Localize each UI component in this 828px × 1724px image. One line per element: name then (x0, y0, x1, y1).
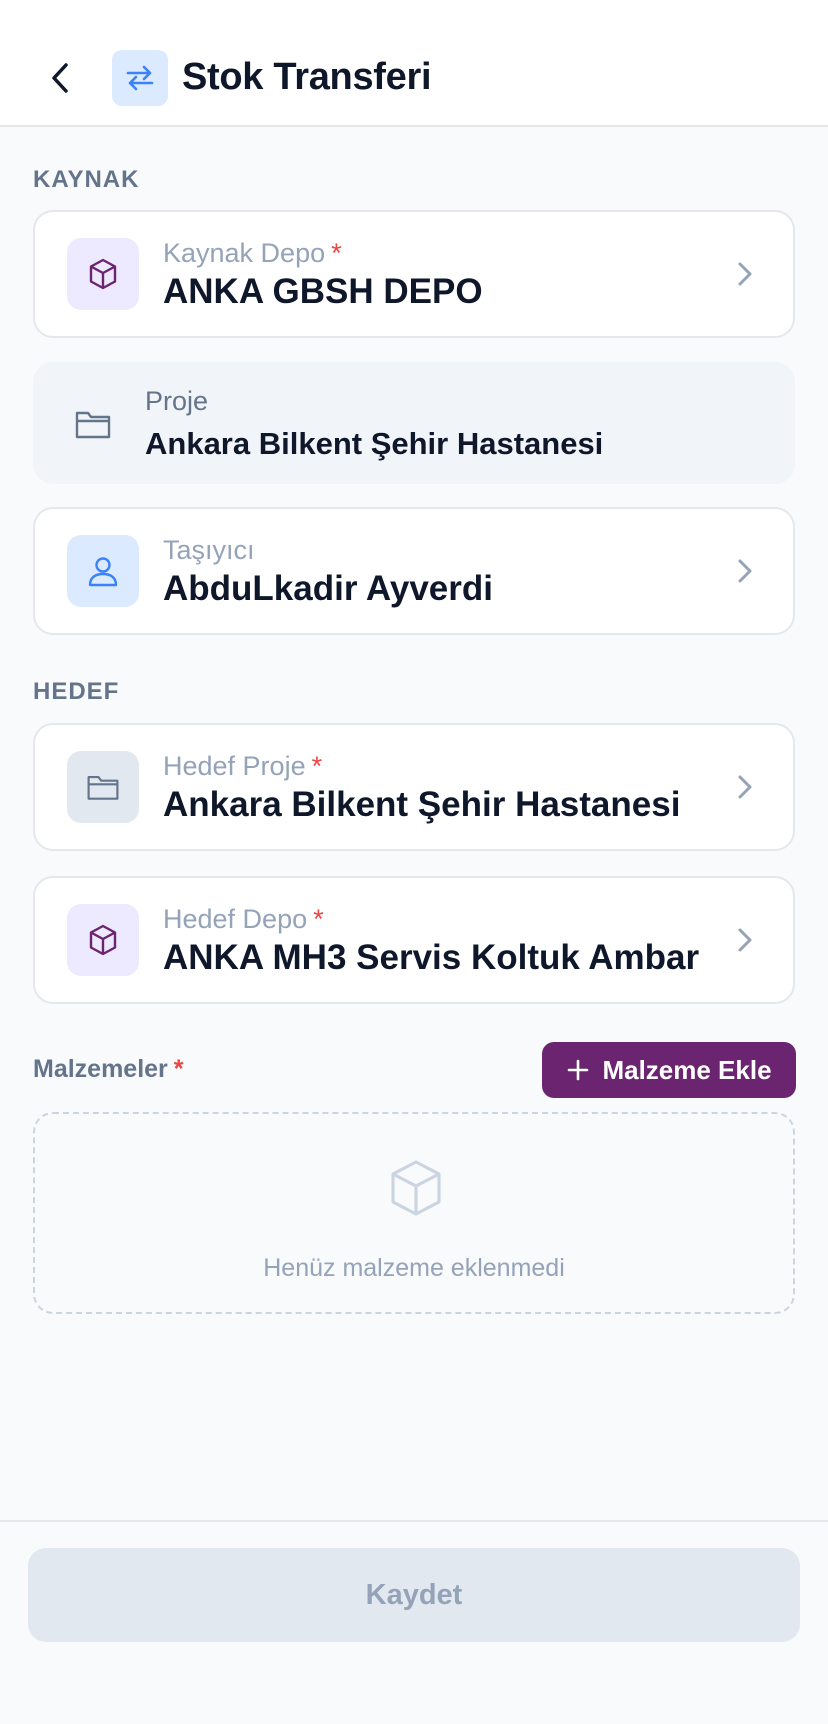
required-mark: * (331, 238, 342, 268)
cube-icon (89, 258, 117, 290)
source-section-label: KAYNAK (33, 166, 140, 193)
add-material-button[interactable]: Malzeme Ekle (542, 1042, 796, 1098)
folder-icon (75, 411, 111, 439)
chevron-right-icon (738, 775, 752, 799)
empty-state-text: Henüz malzeme eklenmedi (263, 1254, 565, 1282)
app-header: Stok Transferi (0, 0, 828, 127)
required-mark: * (313, 904, 324, 934)
target-depot-icon-box (67, 904, 139, 976)
materials-empty-state: Henüz malzeme eklenmedi (33, 1112, 795, 1314)
source-depot-icon-box (67, 238, 139, 310)
carrier-icon-box (67, 535, 139, 607)
target-project-value: Ankara Bilkent Şehir Hastanesi (163, 785, 681, 824)
source-depot-selector[interactable]: Kaynak Depo * ANKA GBSH DEPO (33, 210, 795, 338)
carrier-value: AbduLkadir Ayverdi (163, 569, 493, 608)
target-depot-label: Hedef Depo * (163, 904, 324, 934)
project-value: Ankara Bilkent Şehir Hastanesi (145, 426, 604, 461)
source-depot-value: ANKA GBSH DEPO (163, 272, 483, 311)
chevron-right-icon (738, 262, 752, 286)
add-material-label: Malzeme Ekle (602, 1054, 772, 1085)
chevron-left-icon (52, 63, 68, 93)
transfer-arrows-icon (126, 65, 154, 91)
carrier-label: Taşıyıcı (163, 535, 255, 565)
target-section-label: HEDEF (33, 678, 120, 705)
project-label: Proje (145, 386, 209, 416)
back-button[interactable] (36, 52, 84, 104)
footer-bar: Kaydet (0, 1520, 828, 1724)
target-project-label: Hedef Proje * (163, 751, 323, 781)
materials-label: Malzemeler * (33, 1055, 184, 1083)
folder-icon (87, 776, 119, 800)
target-project-selector[interactable]: Hedef Proje * Ankara Bilkent Şehir Hastan… (33, 723, 795, 851)
chevron-right-icon (738, 559, 752, 583)
target-depot-selector[interactable]: Hedef Depo * ANKA MH3 Servis Koltuk Ambar (33, 876, 795, 1004)
user-icon (88, 557, 118, 587)
project-readonly-field: Proje Ankara Bilkent Şehir Hastanesi (33, 362, 795, 484)
header-icon-box (112, 50, 168, 106)
chevron-right-icon (738, 928, 752, 952)
source-depot-label: Kaynak Depo * (163, 238, 342, 268)
target-project-icon-box (67, 751, 139, 823)
page-title: Stok Transferi (182, 56, 432, 98)
required-mark: * (311, 751, 323, 781)
required-mark: * (173, 1055, 184, 1083)
plus-icon (568, 1059, 589, 1081)
cube-icon (391, 1160, 441, 1216)
target-depot-value: ANKA MH3 Servis Koltuk Ambar (163, 938, 700, 977)
save-button[interactable]: Kaydet (28, 1548, 800, 1642)
cube-icon (89, 924, 117, 956)
carrier-selector[interactable]: Taşıyıcı AbduLkadir Ayverdi (33, 507, 795, 635)
